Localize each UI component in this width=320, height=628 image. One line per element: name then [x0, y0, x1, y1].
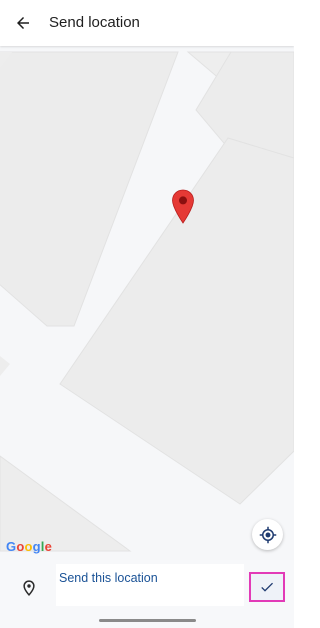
- send-location-screen: Google Send location Send this location: [0, 0, 294, 628]
- logo-letter: G: [6, 539, 17, 554]
- confirm-send-button[interactable]: [249, 572, 285, 602]
- map-canvas: [0, 46, 294, 564]
- my-location-button[interactable]: [252, 519, 283, 550]
- map-view[interactable]: Google: [0, 46, 294, 564]
- logo-letter: o: [24, 539, 33, 554]
- back-button[interactable]: [8, 8, 38, 38]
- send-this-location-button[interactable]: Send this location: [56, 564, 244, 606]
- location-pin-icon: [22, 580, 36, 596]
- home-indicator[interactable]: [99, 619, 196, 622]
- app-bar: Send location: [0, 0, 294, 46]
- send-location-label: Send this location: [59, 571, 158, 585]
- logo-letter: e: [44, 539, 53, 554]
- check-icon: [261, 582, 273, 592]
- arrow-left-icon: [17, 17, 29, 29]
- page-title: Send location: [49, 14, 140, 31]
- logo-letter: g: [32, 539, 41, 554]
- logo-letter: o: [16, 539, 25, 554]
- google-attribution-logo: Google: [6, 539, 52, 554]
- map-marker-icon[interactable]: [171, 189, 195, 225]
- my-location-icon: [259, 526, 276, 543]
